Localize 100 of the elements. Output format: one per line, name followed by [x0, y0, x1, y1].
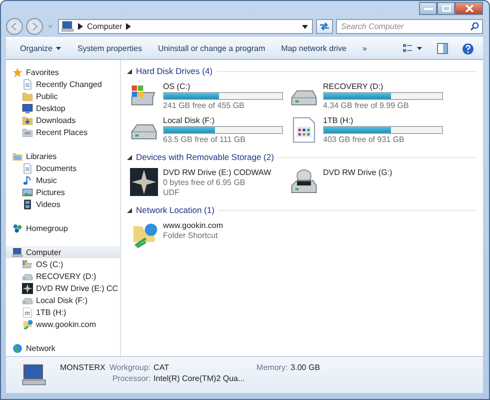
sidebar-row[interactable]: Recently Changed [6, 78, 120, 90]
drive-info: 4.34 GB free of 9.99 GB [323, 101, 410, 110]
film-icon [22, 198, 33, 210]
group-heading[interactable]: Network Location (1) [136, 205, 214, 215]
sidebar-row[interactable]: OS (C:) [6, 258, 120, 270]
drive-name[interactable]: DVD RW Drive (E:) CODWAW [163, 168, 272, 177]
search-icon[interactable] [470, 22, 479, 31]
sidebar-item[interactable]: Public [36, 92, 58, 100]
computer-name: MONSTERX [60, 363, 106, 372]
chevron-icon[interactable] [126, 23, 132, 30]
sidebar-row[interactable]: Homegroup [6, 222, 120, 234]
download-folder-icon [22, 114, 33, 126]
sidebar-item[interactable]: Videos [36, 200, 60, 208]
toolbar-button[interactable]: Uninstall or change a program [152, 42, 272, 55]
collapse-triangle-icon[interactable] [127, 208, 132, 212]
address-bar[interactable]: Computer [58, 19, 313, 34]
toolbar-button[interactable]: System properties [71, 42, 148, 55]
drive-name[interactable]: Local Disk (F:) [163, 116, 283, 125]
computer-icon [61, 20, 74, 33]
toolbar-button[interactable]: Organize [14, 42, 68, 55]
sidebar-row[interactable]: www.gookin.com [6, 318, 120, 330]
help-icon [462, 42, 474, 54]
sidebar-row[interactable]: Favorites [6, 66, 120, 78]
drive-icon [22, 258, 33, 270]
sidebar-row[interactable]: Downloads [6, 114, 120, 126]
sidebar-item[interactable]: Computer [26, 248, 62, 256]
detail-label: Workgroup: [109, 363, 151, 372]
sidebar-row[interactable]: Documents [6, 162, 120, 174]
sidebar-row[interactable]: Recent Places [6, 126, 120, 138]
minimize-button[interactable] [419, 2, 437, 15]
search-field[interactable]: Search Computer [336, 19, 483, 34]
drive-info: 63.5 GB free of 111 GB [163, 135, 246, 144]
breadcrumb[interactable]: Computer [87, 22, 122, 31]
document-icon [22, 162, 33, 174]
toolbar-button[interactable]: Map network drive [275, 42, 352, 55]
sidebar-item[interactable]: www.gookin.com [36, 320, 96, 328]
drive-info: Folder Shortcut [163, 231, 219, 240]
dvd-drive-icon [289, 168, 319, 196]
sidebar-row[interactable]: DVD RW Drive (E:) CC [6, 282, 120, 294]
sidebar-item[interactable]: DVD RW Drive (E:) CC [36, 284, 118, 292]
picture-icon [22, 186, 33, 198]
sidebar-item[interactable]: Network [26, 344, 56, 352]
group-heading[interactable]: Hard Disk Drives (4) [136, 66, 213, 76]
computer-icon [20, 362, 48, 388]
view-list-icon [403, 44, 423, 54]
sidebar-item[interactable]: Favorites [26, 68, 59, 76]
homegroup-icon [12, 222, 23, 234]
sidebar-item[interactable]: 1TB (H:) [36, 308, 66, 316]
sidebar-row[interactable]: Local Disk (F:) [6, 294, 120, 306]
recent-places-icon [22, 126, 33, 138]
star-icon [22, 282, 33, 294]
preview-pane-icon [437, 43, 448, 54]
sidebar-item[interactable]: Libraries [26, 152, 57, 160]
drive-name[interactable]: RECOVERY (D:) [323, 82, 443, 91]
sidebar-row[interactable]: 1TB (H:) [6, 306, 120, 318]
sidebar-item[interactable]: Music [36, 176, 57, 184]
detail-value: Intel(R) Core(TM)2 Qua... [154, 374, 246, 383]
group-heading[interactable]: Devices with Removable Storage (2) [136, 152, 274, 162]
detail-label: Memory: [256, 363, 288, 372]
collapse-triangle-icon[interactable] [127, 68, 132, 74]
maximize-button[interactable] [437, 2, 455, 15]
detail-value: 3.00 GB [290, 363, 320, 372]
close-button[interactable] [455, 2, 483, 15]
collapse-triangle-icon[interactable] [127, 154, 132, 160]
more-button[interactable]: » [356, 42, 373, 55]
drive-name[interactable]: DVD RW Drive (G:) [323, 168, 392, 177]
sidebar-row[interactable]: Libraries [6, 150, 120, 162]
drive-info: 403 GB free of 931 GB [323, 135, 406, 144]
sidebar-item[interactable]: OS (C:) [36, 260, 64, 268]
sidebar-row[interactable]: Pictures [6, 186, 120, 198]
sidebar-row[interactable]: Public [6, 90, 120, 102]
sidebar-item[interactable]: Recent Places [36, 128, 88, 136]
minimize-icon [424, 6, 432, 10]
music-note-icon [22, 174, 33, 186]
network-icon [12, 342, 23, 354]
drive-name[interactable]: www.gookin.com [163, 221, 224, 230]
sidebar-item[interactable]: Recently Changed [36, 80, 102, 88]
refresh-button[interactable] [316, 19, 333, 34]
drive-name[interactable]: 1TB (H:) [323, 116, 443, 125]
sidebar-item[interactable]: Documents [36, 164, 76, 172]
drive-name[interactable]: OS (C:) [163, 82, 283, 91]
sidebar-row[interactable]: Desktop [6, 102, 120, 114]
chevron-icon[interactable] [78, 23, 83, 30]
sidebar-row[interactable]: Music [6, 174, 120, 186]
sidebar-row[interactable]: Network [6, 342, 120, 354]
sidebar-item[interactable]: Local Disk (F:) [36, 296, 88, 304]
web-folder-icon [22, 318, 33, 330]
close-icon [464, 5, 474, 12]
sidebar-item[interactable]: RECOVERY (D:) [36, 272, 96, 280]
favorites-star-icon [12, 66, 23, 78]
sidebar-item[interactable]: Desktop [36, 104, 66, 112]
detail-label: Processor: [111, 374, 151, 383]
drive-info: 241 GB free of 455 GB [163, 101, 246, 110]
sidebar-item[interactable]: Downloads [36, 116, 76, 124]
sidebar-item[interactable]: Pictures [36, 188, 65, 196]
sidebar-row[interactable]: Videos [6, 198, 120, 210]
sidebar-item[interactable]: Homegroup [26, 224, 68, 232]
dropdown-caret-icon[interactable] [302, 24, 308, 28]
sidebar-row[interactable]: RECOVERY (D:) [6, 270, 120, 282]
selected-sidebar-row[interactable]: Computer [6, 246, 120, 258]
